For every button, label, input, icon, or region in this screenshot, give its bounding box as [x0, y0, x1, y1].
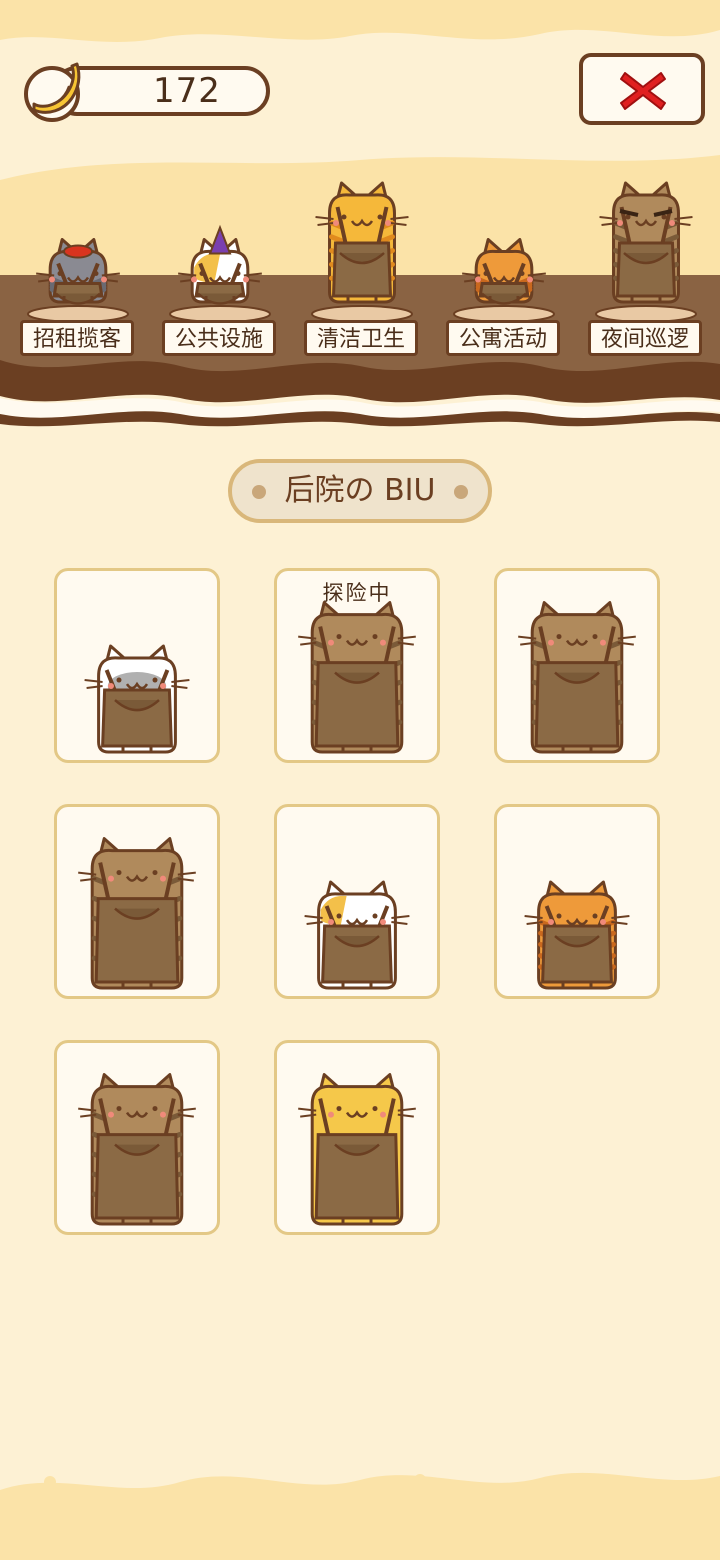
cat-card-7[interactable] — [54, 1040, 220, 1235]
cat-card-1[interactable] — [54, 568, 220, 763]
cat-calico-icon — [304, 880, 410, 990]
job-label-qingjie[interactable]: 清洁卫生 — [304, 320, 418, 356]
cat-orange-tabby-icon — [524, 880, 630, 990]
close-x-icon — [620, 72, 666, 110]
cat-yellow-icon — [298, 1073, 416, 1226]
cat-card-2[interactable]: 探险中 — [274, 568, 440, 763]
section-title: 后院の BIU — [284, 473, 436, 508]
currency-amount: 172 — [153, 71, 221, 111]
banana-icon — [24, 62, 81, 122]
cat-brown-tabby-icon — [298, 601, 416, 754]
bottom-wave-decoration — [0, 1472, 720, 1560]
top-wave-decoration — [0, 0, 720, 42]
cat-card-5[interactable] — [274, 804, 440, 999]
banana-currency: 172 — [22, 58, 270, 122]
title-dot-left — [252, 485, 266, 499]
cat-card-8[interactable] — [274, 1040, 440, 1235]
job-cat-gray-red-beret-icon[interactable] — [20, 200, 136, 310]
cat-card-3[interactable] — [494, 568, 660, 763]
close-button[interactable] — [579, 53, 705, 125]
cat-card-6[interactable] — [494, 804, 660, 999]
job-cat-calico-party-hat-icon[interactable] — [162, 200, 278, 310]
job-label-gonggong[interactable]: 公共设施 — [162, 320, 276, 356]
title-dot-right — [454, 485, 468, 499]
cat-brown-tabby-icon — [78, 1073, 196, 1226]
cat-card-4[interactable] — [54, 804, 220, 999]
job-label-zhaozu[interactable]: 招租揽客 — [20, 320, 134, 356]
job-cat-orange-tabby-icon[interactable] — [446, 200, 562, 310]
cat-brown-tabby-icon — [518, 601, 636, 754]
section-title-pill: 后院の BIU — [228, 459, 492, 523]
job-label-gongyu[interactable]: 公寓活动 — [446, 320, 560, 356]
cat-gray-white-icon — [84, 644, 190, 754]
job-label-yejian[interactable]: 夜间巡逻 — [588, 320, 702, 356]
cat-brown-tabby-icon — [78, 837, 196, 990]
job-cat-brown-tabby-glasses-icon[interactable] — [588, 160, 704, 310]
job-cat-yellow-striped-icon[interactable] — [304, 160, 420, 310]
